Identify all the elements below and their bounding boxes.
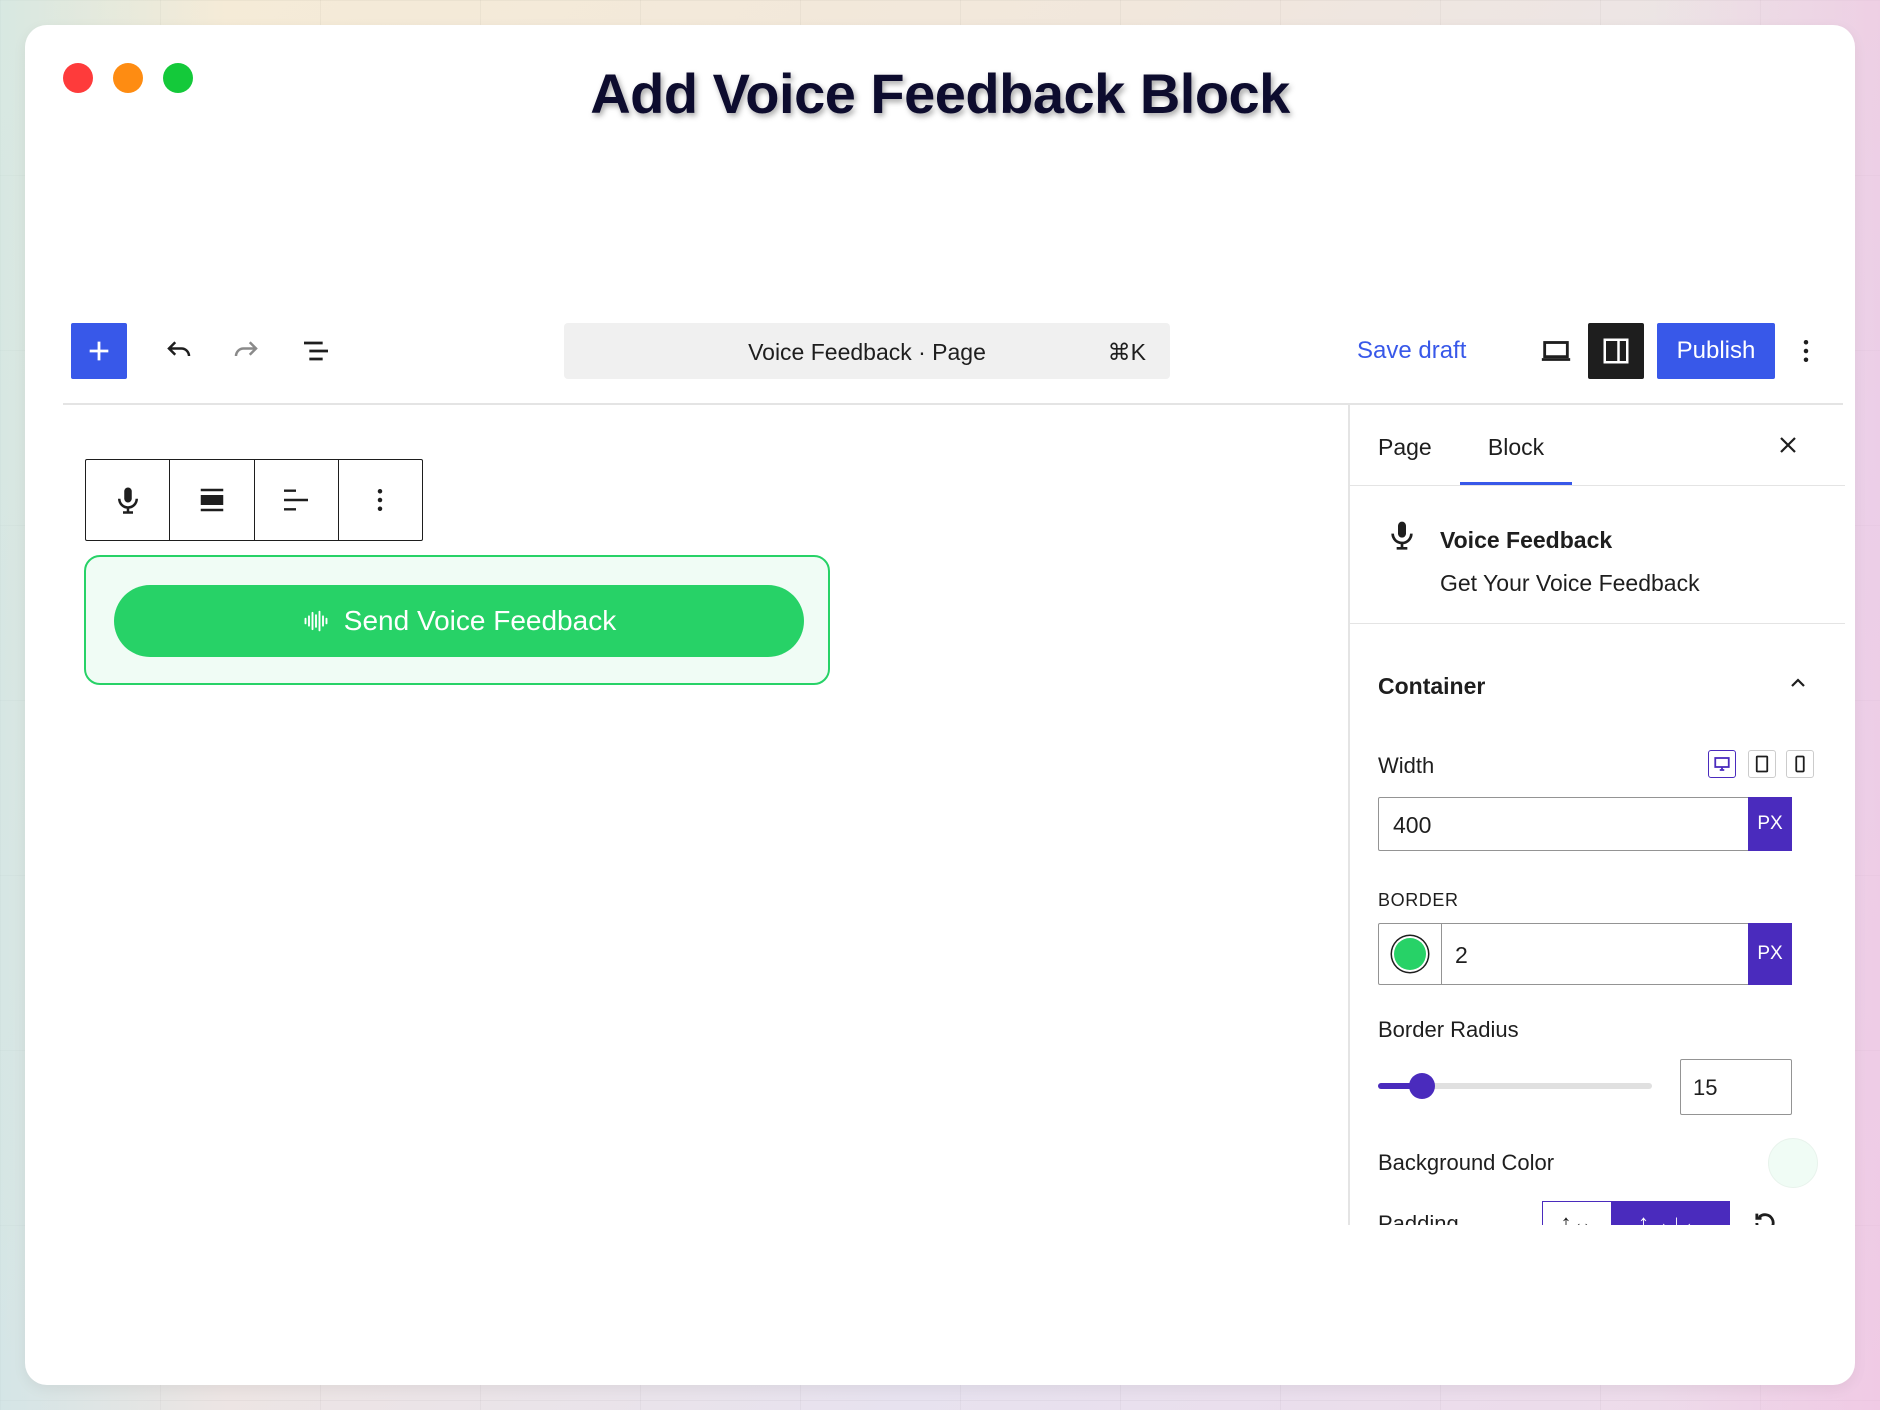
undo-button[interactable] [151,323,207,379]
chevron-up-icon [1791,678,1805,687]
tab-block[interactable]: Block [1460,405,1572,485]
padding-reset-button[interactable] [1747,1205,1783,1225]
redo-icon [234,341,258,357]
border-radius-slider[interactable] [1378,1073,1652,1099]
block-options-button[interactable] [337,460,422,540]
padding-linked-button[interactable]: ↑↔ [1542,1201,1612,1225]
width-label: Width [1378,753,1435,778]
add-block-button[interactable] [71,323,127,379]
page-title: Add Voice Feedback Block [590,62,1290,125]
border-width-value: 2 [1455,942,1468,968]
close-sidebar-button[interactable] [1770,427,1806,463]
background-color-swatch[interactable] [1768,1138,1818,1188]
desktop-view-icon [1541,341,1571,361]
redo-button[interactable] [218,323,274,379]
block-description: Get Your Voice Feedback [1440,570,1700,596]
panel-toggle-button[interactable] [1780,665,1816,701]
publish-button[interactable]: Publish [1657,323,1775,379]
device-tablet-button[interactable] [1748,750,1776,778]
border-input[interactable]: 2 PX [1378,923,1792,985]
width-input[interactable]: 400 PX [1378,797,1792,851]
options-button[interactable] [1786,323,1826,379]
width-value: 400 [1393,812,1432,838]
align-wide-icon [200,488,224,512]
border-color-swatch [1394,938,1426,970]
command-bar[interactable]: Voice Feedback · Page ⌘K [564,323,1170,379]
align-wide-button[interactable] [169,460,253,540]
desktop-icon [1714,757,1730,771]
border-label: BORDER [1378,890,1459,910]
more-vertical-icon [378,489,383,511]
align-left-icon [284,489,309,511]
padding-label: Padding [1378,1211,1459,1225]
border-unit-button[interactable]: PX [1748,923,1792,985]
save-draft-button[interactable]: Save draft [1353,323,1470,379]
block-type-button[interactable] [86,460,169,540]
button-label: Send Voice Feedback [343,605,617,636]
app-window: Add Voice Feedback Block Voice Feedback … [25,25,1855,1385]
reset-icon [1755,1213,1775,1225]
settings-toggle-button[interactable] [1588,323,1644,379]
block-toolbar [85,459,423,541]
background-color-label: Background Color [1378,1150,1555,1175]
block-card: Voice Feedback Get Your Voice Feedback [1350,485,1845,624]
border-radius-value: 15 [1693,1075,1718,1100]
slider-thumb[interactable] [1408,1073,1435,1099]
close-icon [1780,437,1796,453]
preview-button[interactable] [1528,323,1584,379]
list-view-icon [304,341,328,361]
block-name: Voice Feedback [1440,527,1613,553]
undo-icon [167,341,191,357]
device-mobile-button[interactable] [1786,750,1814,778]
container-panel-title[interactable]: Container [1378,673,1485,700]
mobile-icon [1795,755,1805,773]
device-desktop-button[interactable] [1708,750,1736,778]
border-radius-label: Border Radius [1378,1017,1519,1042]
voice-feedback-block[interactable]: Send Voice Feedback [84,555,830,685]
padding-sides-button[interactable]: ↑→↓← [1612,1201,1730,1225]
sidebar-tabs: Page Block [1350,405,1845,486]
editor-toolbar: Voice Feedback · Page ⌘K Save draft Publ… [63,323,1843,405]
document-overview-button[interactable] [288,323,344,379]
audio-waveform-icon [304,610,328,632]
tab-page[interactable]: Page [1378,405,1432,485]
border-radius-input[interactable]: 15 [1680,1059,1792,1115]
sidebar-icon [1603,338,1629,364]
microphone-icon [1391,521,1413,550]
send-voice-feedback-button[interactable]: Send Voice Feedback [114,585,804,657]
more-vertical-icon [1803,340,1809,362]
tablet-icon [1755,755,1769,773]
document-title: Voice Feedback · Page [748,339,986,365]
keyboard-shortcut: ⌘K [1107,339,1146,365]
width-unit-button[interactable]: PX [1748,797,1792,851]
border-color-picker[interactable] [1379,924,1442,984]
settings-sidebar: Page Block Voice Feedback Get Your Voice… [1348,405,1845,1225]
text-align-button[interactable] [253,460,338,540]
microphone-icon [117,487,138,514]
plus-icon [89,341,109,361]
